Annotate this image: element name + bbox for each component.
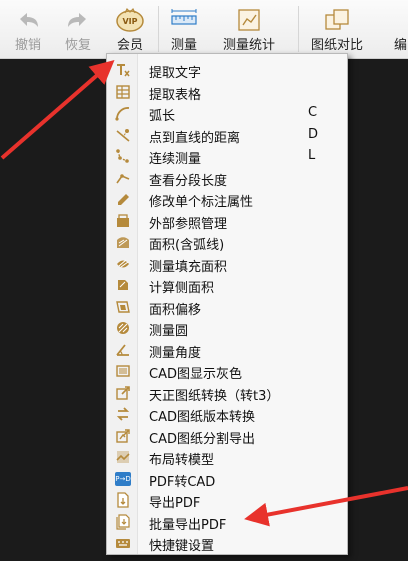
arrow-to-vip: [0, 60, 115, 160]
annotation-arrows: [0, 60, 408, 527]
arrow-to-batch-export: [244, 486, 408, 527]
